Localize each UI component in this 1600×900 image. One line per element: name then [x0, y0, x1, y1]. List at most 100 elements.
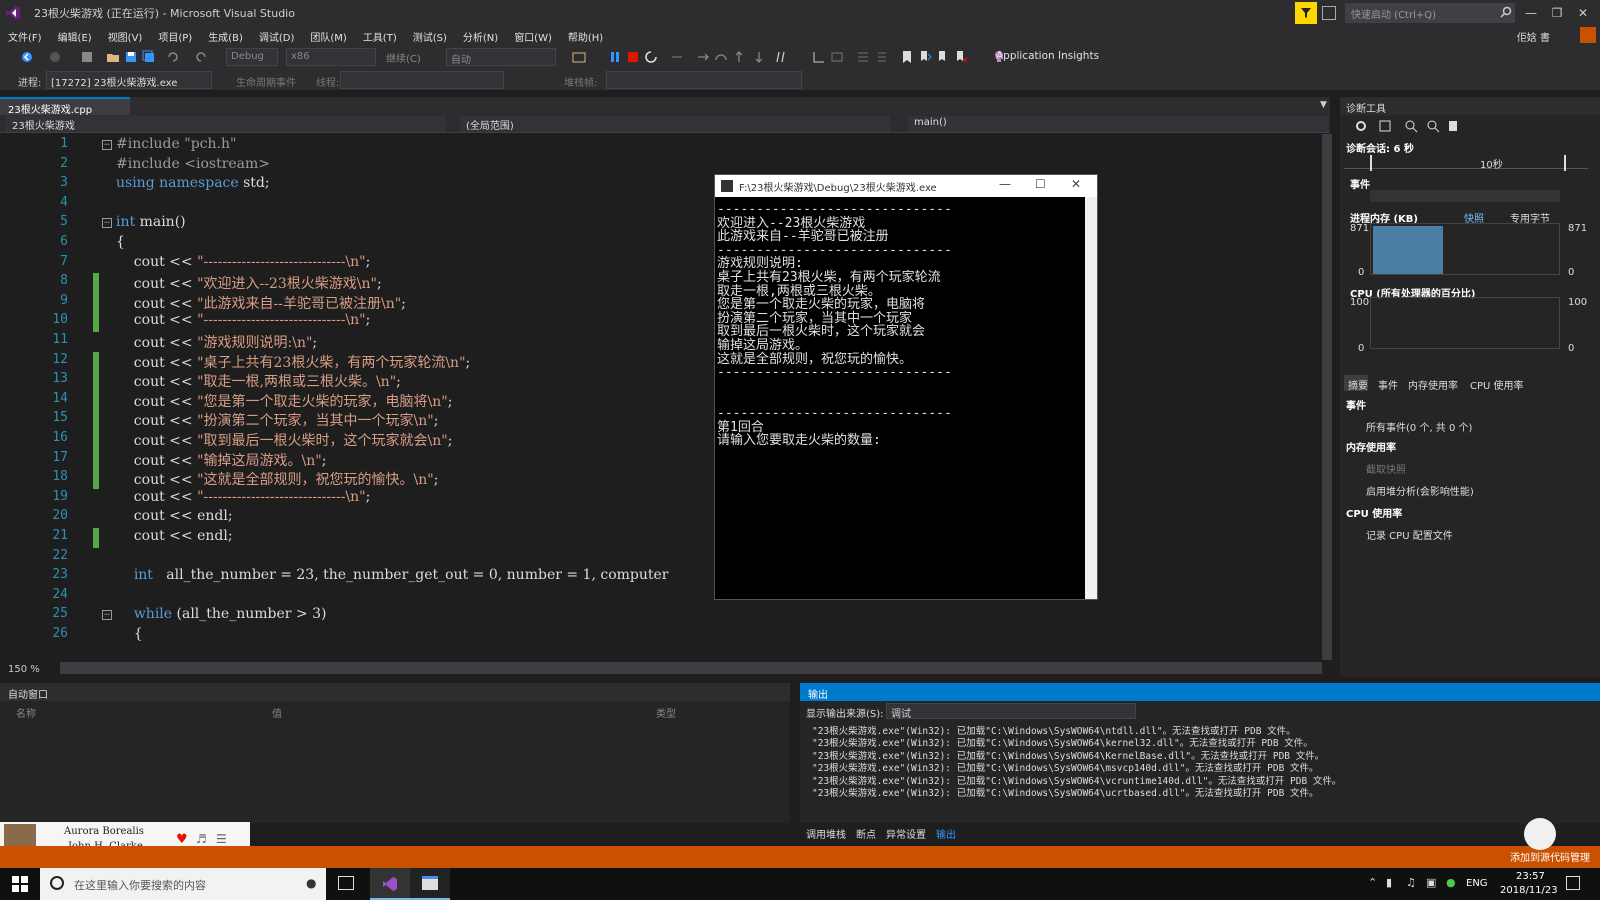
tab-call-stack[interactable]: 调用堆栈: [806, 826, 846, 841]
editor-horizontal-scrollbar[interactable]: [60, 662, 1322, 674]
clock-time[interactable]: 23:57: [1516, 871, 1545, 882]
bookmark-icon[interactable]: [900, 50, 914, 64]
forward-icon[interactable]: [48, 50, 62, 64]
taskbar-console[interactable]: [410, 868, 450, 900]
code-line[interactable]: 17 cout << "输掉这局游戏。\n";: [0, 449, 1300, 470]
save-all-icon[interactable]: [142, 50, 156, 64]
back-icon[interactable]: [20, 50, 34, 64]
console-window[interactable]: F:\23根火柴游戏\Debug\23根火柴游戏.exe — ☐ ✕ -----…: [714, 174, 1098, 600]
timeline-start-handle[interactable]: [1370, 155, 1372, 171]
stop-icon[interactable]: [626, 50, 640, 64]
security-icon[interactable]: ●: [1446, 876, 1456, 889]
action-center-icon[interactable]: [1566, 876, 1580, 890]
task-view-icon[interactable]: [338, 876, 354, 890]
tab-breakpoints[interactable]: 断点: [856, 826, 876, 841]
config-dropdown[interactable]: Debug: [226, 48, 278, 66]
take-snapshot-button[interactable]: 截取快照: [1366, 461, 1406, 476]
minimize-button[interactable]: —: [1520, 3, 1542, 23]
lifecycle-events-button[interactable]: 生命周期事件: [236, 74, 296, 89]
clear-bookmarks-icon[interactable]: [954, 50, 968, 64]
cortana-icon[interactable]: [50, 876, 64, 890]
prev-bookmark-icon[interactable]: [918, 50, 932, 64]
application-insights-button[interactable]: Application Insights: [996, 50, 1099, 62]
stack-frame-dropdown[interactable]: [606, 71, 802, 89]
code-line[interactable]: 19 cout << "----------------------------…: [0, 489, 1300, 509]
menu-test[interactable]: 测试(S): [413, 29, 447, 44]
code-editor[interactable]: 1− #include "pch.h" 2 #include <iostream> 3 u…: [0, 134, 1322, 660]
zoom-out-icon[interactable]: [1426, 119, 1440, 133]
playlist-icon[interactable]: ☰: [216, 832, 227, 846]
menu-project[interactable]: 项目(P): [158, 29, 192, 44]
menu-view[interactable]: 视图(V): [108, 29, 143, 44]
menu-tools[interactable]: 工具(T): [363, 29, 397, 44]
code-line[interactable]: 9 cout << "此游戏来自--羊驼哥已被注册\n";: [0, 292, 1300, 313]
undo-icon[interactable]: [166, 50, 180, 64]
code-line[interactable]: 2 #include <iostream>: [0, 156, 1300, 176]
menu-help[interactable]: 帮助(H): [568, 29, 603, 44]
user-account[interactable]: 佢娢 書: [1517, 29, 1550, 44]
open-file-icon[interactable]: [106, 50, 120, 64]
taskbar-search-input[interactable]: 在这里输入你要搜索的内容: [40, 868, 326, 900]
debug-target-dropdown[interactable]: 自动: [446, 48, 556, 66]
code-line[interactable]: 23 int all_the_number = 23, the_number_g…: [0, 567, 1300, 587]
menu-window[interactable]: 窗口(W): [514, 29, 552, 44]
code-line[interactable]: 10 cout << "----------------------------…: [0, 312, 1300, 333]
tab-summary[interactable]: 摘要: [1348, 377, 1368, 392]
language-indicator[interactable]: ENG: [1466, 878, 1488, 889]
menu-debug[interactable]: 调试(D): [259, 29, 295, 44]
menu-team[interactable]: 团队(M): [310, 29, 346, 44]
memory-graph[interactable]: [1370, 223, 1560, 275]
browser-link-icon[interactable]: [572, 50, 586, 64]
code-line[interactable]: 25 − while (all_the_number > 3): [0, 606, 1300, 626]
hex-display-icon[interactable]: [776, 50, 790, 64]
uncomment-icon[interactable]: [874, 50, 888, 64]
assistant-bubble-icon[interactable]: [1524, 818, 1556, 850]
add-to-source-control-button[interactable]: 添加到源代码管理: [1510, 849, 1590, 864]
save-icon[interactable]: [124, 50, 138, 64]
reset-zoom-icon[interactable]: [1446, 119, 1460, 133]
pause-icon[interactable]: [608, 50, 622, 64]
code-line[interactable]: 20 cout << endl;: [0, 508, 1300, 528]
process-dropdown[interactable]: [17272] 23根火柴游戏.exe: [46, 71, 212, 89]
code-line[interactable]: 7 cout << "-----------------------------…: [0, 254, 1300, 274]
heap-profiling-toggle[interactable]: 启用堆分析(会影响性能): [1366, 483, 1474, 498]
code-line[interactable]: 11 cout << "游戏规则说明:\n";: [0, 332, 1300, 352]
project-dropdown[interactable]: 23根火柴游戏: [6, 116, 446, 132]
comment-icon[interactable]: [856, 50, 870, 64]
timeline-ruler[interactable]: [1344, 155, 1588, 169]
col-type[interactable]: 类型: [656, 705, 676, 720]
code-line[interactable]: 26 {: [0, 626, 1300, 646]
fold-toggle-icon[interactable]: −: [102, 610, 112, 621]
network-icon[interactable]: ▣: [1426, 876, 1436, 889]
continue-button[interactable]: 继续(C): [382, 48, 438, 66]
code-line[interactable]: 18 cout << "这就是全部规则，祝您玩的愉快。\n";: [0, 469, 1300, 490]
tab-memory-usage[interactable]: 内存使用率: [1408, 377, 1458, 392]
console-scrollbar[interactable]: [1085, 197, 1097, 599]
zoom-level[interactable]: 150 %: [8, 664, 40, 675]
volume-icon[interactable]: ♬: [196, 832, 207, 846]
scope-dropdown[interactable]: (全局范围): [460, 116, 890, 132]
code-line[interactable]: 15 cout << "扮演第二个玩家，当其中一个玩家\n";: [0, 410, 1300, 431]
tab-source-file[interactable]: 23根火柴游戏.cpp: [0, 97, 130, 116]
code-line[interactable]: 4: [0, 195, 1300, 215]
step-into-icon[interactable]: [696, 50, 710, 64]
tab-events[interactable]: 事件: [1378, 377, 1398, 392]
cpu-graph[interactable]: [1370, 297, 1560, 349]
tab-output[interactable]: 输出: [936, 826, 956, 841]
start-icon[interactable]: [12, 876, 28, 892]
code-line[interactable]: 12 cout << "桌子上共有23根火柴，有两个玩家轮流\n";: [0, 351, 1300, 372]
console-maximize-button[interactable]: ☐: [1035, 177, 1046, 191]
thread-dropdown[interactable]: [340, 71, 504, 89]
tab-overflow-icon[interactable]: ▼: [1320, 100, 1327, 110]
taskbar-visual-studio[interactable]: [370, 868, 410, 900]
outline-icon[interactable]: [830, 50, 844, 64]
step-out-icon[interactable]: [732, 50, 746, 64]
zoom-in-icon[interactable]: [1404, 119, 1418, 133]
platform-dropdown[interactable]: x86: [286, 48, 376, 66]
feedback-filter-icon[interactable]: [1295, 2, 1317, 24]
threads-icon[interactable]: [812, 50, 826, 64]
account-icon[interactable]: [1580, 27, 1596, 43]
fold-toggle-icon[interactable]: −: [102, 218, 112, 229]
record-cpu-profile-button[interactable]: 记录 CPU 配置文件: [1366, 527, 1453, 542]
code-line[interactable]: 24: [0, 587, 1300, 607]
